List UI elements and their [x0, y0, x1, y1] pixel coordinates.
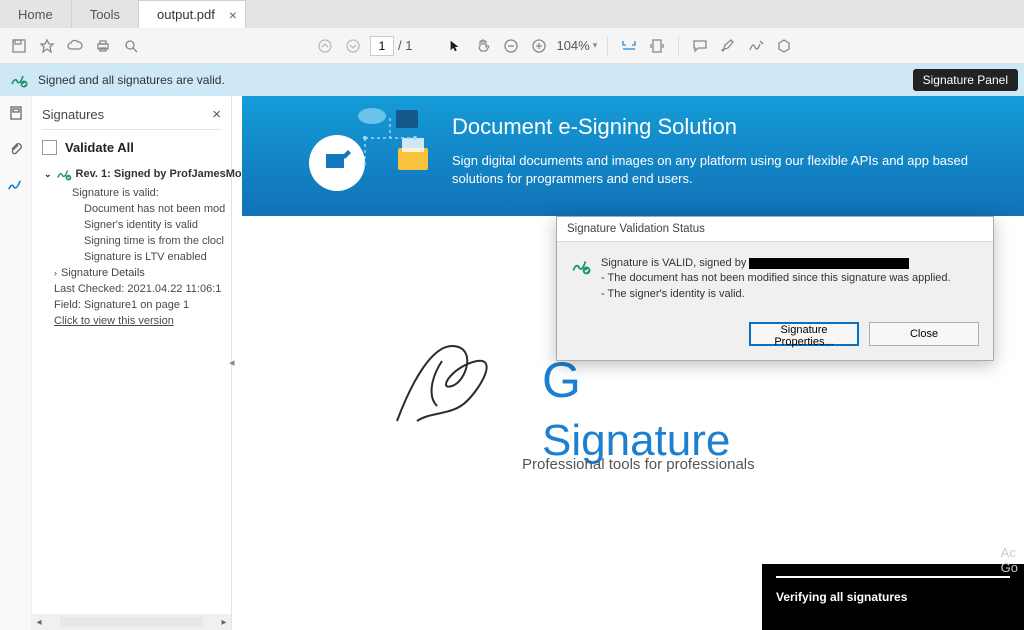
- dialog-title: Signature Validation Status: [557, 217, 993, 242]
- tab-home[interactable]: Home: [0, 0, 72, 28]
- zoom-value: 104%: [556, 38, 589, 53]
- hand-icon[interactable]: [472, 35, 494, 57]
- sign-icon[interactable]: [745, 35, 767, 57]
- validate-all-label: Validate All: [65, 140, 134, 155]
- tab-close-icon[interactable]: ×: [229, 7, 237, 23]
- page-total-label: / 1: [398, 38, 412, 53]
- field-label: Field: Signature1 on page 1: [44, 297, 231, 313]
- signature-properties-button[interactable]: Signature Properties...: [749, 322, 859, 346]
- zoom-control[interactable]: 104% ▾: [556, 38, 597, 53]
- page-down-icon[interactable]: [342, 35, 364, 57]
- progress-bar: [776, 576, 1010, 578]
- banner-description: Sign digital documents and images on any…: [452, 152, 972, 188]
- brand-text: GSignature: [542, 351, 730, 467]
- fit-page-icon[interactable]: [646, 35, 668, 57]
- validate-all-button[interactable]: Validate All: [32, 136, 231, 163]
- handwritten-signature-image: [382, 326, 512, 436]
- signature-valid-icon: [10, 71, 28, 89]
- signature-details-row[interactable]: › Signature Details: [44, 265, 231, 281]
- page-nav: / 1: [370, 36, 412, 56]
- banner-title: Document e-Signing Solution: [452, 114, 1000, 140]
- chevron-down-icon: ⌄: [44, 169, 52, 180]
- page-up-icon[interactable]: [314, 35, 336, 57]
- sig-detail-line: Signer's identity is valid: [44, 217, 231, 233]
- app-tabs-bar: Home Tools output.pdf ×: [0, 0, 1024, 28]
- signature-status-text: Signed and all signatures are valid.: [38, 73, 225, 87]
- signature-revision-row[interactable]: ⌄ Rev. 1: Signed by ProfJamesMo: [44, 163, 231, 185]
- sidebar-title: Signatures: [42, 107, 104, 122]
- left-rail: [0, 96, 32, 630]
- redacted-name: [749, 258, 909, 269]
- verify-progress-toast: Verifying all signatures: [762, 564, 1024, 630]
- toolbar: / 1 104% ▾: [0, 28, 1024, 64]
- sig-detail-line: Signature is LTV enabled: [44, 249, 231, 265]
- attachments-icon[interactable]: [7, 140, 25, 158]
- signature-panel-button[interactable]: Signature Panel: [913, 69, 1018, 91]
- chevron-down-icon[interactable]: ▾: [593, 40, 598, 51]
- stamp-icon[interactable]: [773, 35, 795, 57]
- signature-valid-icon: [571, 256, 591, 276]
- comment-icon[interactable]: [689, 35, 711, 57]
- sidebar-collapse-handle[interactable]: [232, 96, 242, 630]
- tab-document[interactable]: output.pdf ×: [139, 0, 246, 28]
- banner: Document e-Signing Solution Sign digital…: [242, 96, 1024, 216]
- tagline-text: Professional tools for professionals: [522, 456, 755, 473]
- sidebar-close-icon[interactable]: ×: [212, 106, 221, 123]
- sig-detail-line: Document has not been mod: [44, 201, 231, 217]
- dialog-line2: - The document has not been modified sin…: [601, 271, 951, 286]
- scroll-right-icon[interactable]: ▸: [217, 617, 231, 628]
- signature-valid-icon: [56, 166, 72, 182]
- scroll-left-icon[interactable]: ◂: [32, 617, 46, 628]
- document-viewport[interactable]: Document e-Signing Solution Sign digital…: [242, 96, 1024, 630]
- zoom-in-icon[interactable]: [528, 35, 550, 57]
- signatures-rail-icon[interactable]: [7, 176, 25, 194]
- signature-validation-dialog: Signature Validation Status Signature is…: [556, 216, 994, 361]
- zoom-out-icon[interactable]: [500, 35, 522, 57]
- dialog-close-button[interactable]: Close: [869, 322, 979, 346]
- fit-width-icon[interactable]: [618, 35, 640, 57]
- tab-document-label: output.pdf: [157, 7, 215, 22]
- validate-all-icon: [42, 140, 57, 155]
- thumbnails-icon[interactable]: [7, 104, 25, 122]
- signatures-sidebar: Signatures × Validate All ⌄ Rev. 1: Sign…: [32, 96, 232, 630]
- search-icon[interactable]: [120, 35, 142, 57]
- sig-detail-line: Signing time is from the clocl: [44, 233, 231, 249]
- progress-message: Verifying all signatures: [776, 590, 1010, 604]
- sig-valid-label: Signature is valid:: [44, 185, 231, 201]
- chevron-right-icon: ›: [54, 268, 57, 278]
- activation-watermark: Ac Go: [1001, 545, 1018, 575]
- signature-status-bar: Signed and all signatures are valid. Sig…: [0, 64, 1024, 96]
- banner-graphic-icon: [302, 108, 432, 208]
- last-checked-label: Last Checked: 2021.04.22 11:06:1: [44, 281, 231, 297]
- signature-details-label: Signature Details: [61, 267, 145, 279]
- print-icon[interactable]: [92, 35, 114, 57]
- tab-tools[interactable]: Tools: [72, 0, 139, 28]
- dialog-line1: Signature is VALID, signed by: [601, 257, 746, 269]
- dialog-text: Signature is VALID, signed by - The docu…: [601, 256, 951, 302]
- save-icon[interactable]: [8, 35, 30, 57]
- revision-title: Rev. 1: Signed by ProfJamesMo: [76, 168, 242, 180]
- cloud-icon[interactable]: [64, 35, 86, 57]
- highlight-icon[interactable]: [717, 35, 739, 57]
- view-version-link[interactable]: Click to view this version: [44, 313, 231, 329]
- star-icon[interactable]: [36, 35, 58, 57]
- page-current-input[interactable]: [370, 36, 394, 56]
- dialog-line3: - The signer's identity is valid.: [601, 287, 951, 302]
- pointer-icon[interactable]: [444, 35, 466, 57]
- sidebar-horizontal-scrollbar[interactable]: ◂ ▸: [32, 614, 231, 630]
